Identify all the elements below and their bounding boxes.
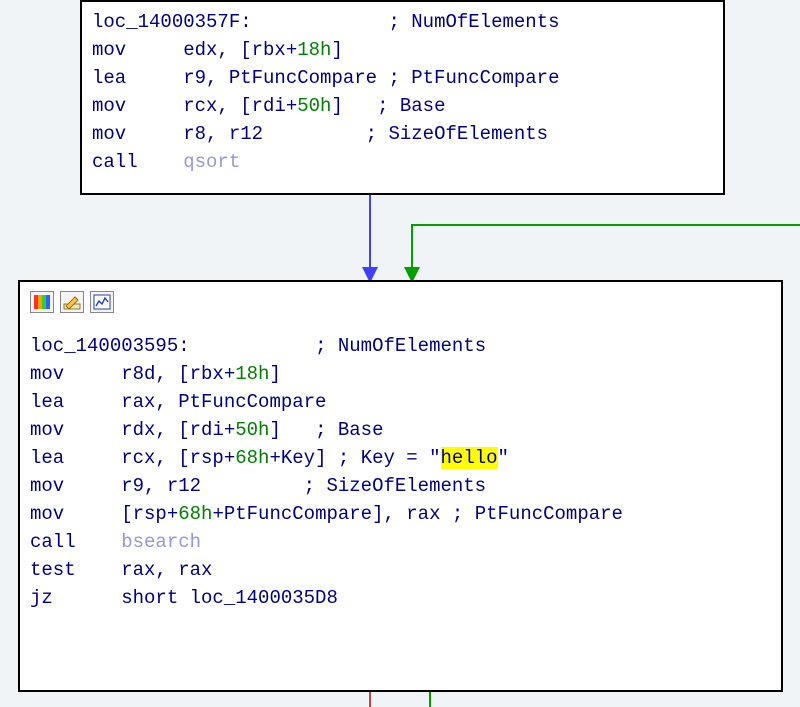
- operand: edx, [rbx+: [183, 39, 297, 61]
- numeric-literal: 50h: [235, 419, 269, 441]
- numeric-literal: 68h: [235, 447, 269, 469]
- disasm-line: test rax, rax: [30, 556, 771, 584]
- mnemonic: mov: [30, 475, 121, 497]
- operand: short loc_1400035D8: [121, 587, 338, 609]
- disasm-line: jz short loc_1400035D8: [30, 584, 771, 612]
- operand: rcx, [rdi+: [183, 95, 297, 117]
- operand: r9, r12: [121, 475, 303, 497]
- mnemonic: mov: [92, 95, 183, 117]
- disasm-line: mov r8, r12 ; SizeOfElements: [92, 120, 713, 148]
- operand: rax, PtFuncCompare: [121, 391, 326, 413]
- operand: rdx, [rdi+: [121, 419, 235, 441]
- mnemonic: call: [92, 151, 183, 173]
- mnemonic: mov: [30, 419, 121, 441]
- numeric-literal: 18h: [297, 39, 331, 61]
- mnemonic: mov: [30, 363, 121, 385]
- operand: rax, rax: [121, 559, 212, 581]
- call-target[interactable]: bsearch: [121, 531, 201, 553]
- label-comment: ; NumOfElements: [388, 11, 559, 33]
- operand: ]: [269, 363, 280, 385]
- operand: ]: [331, 39, 342, 61]
- mnemonic: lea: [92, 67, 183, 89]
- mnemonic: test: [30, 559, 121, 581]
- numeric-literal: 50h: [297, 95, 331, 117]
- block1-label-line: loc_14000357F: ; NumOfElements: [92, 8, 713, 36]
- operand: [rsp+: [121, 503, 178, 525]
- disasm-block-1[interactable]: loc_14000357F: ; NumOfElements mov edx, …: [80, 0, 725, 195]
- disasm-line: lea rax, PtFuncCompare: [30, 388, 771, 416]
- mnemonic: mov: [92, 39, 183, 61]
- mnemonic: lea: [30, 391, 121, 413]
- operand: +PtFuncCompare], rax: [212, 503, 451, 525]
- call-target[interactable]: qsort: [183, 151, 240, 173]
- comment: ; SizeOfElements: [366, 123, 548, 145]
- block2-label-line: loc_140003595: ; NumOfElements: [30, 332, 771, 360]
- mnemonic: call: [30, 531, 121, 553]
- disasm-line: mov edx, [rbx+18h]: [92, 36, 713, 64]
- disasm-line: mov rdx, [rdi+50h] ; Base: [30, 416, 771, 444]
- numeric-literal: 68h: [178, 503, 212, 525]
- comment: ; Base: [377, 95, 445, 117]
- disasm-line: mov [rsp+68h+PtFuncCompare], rax ; PtFun…: [30, 500, 771, 528]
- block-toolbar: [30, 288, 771, 316]
- operand: ]: [331, 95, 377, 117]
- operand: r8d, [rbx+: [121, 363, 235, 385]
- comment: ; Base: [315, 419, 383, 441]
- mnemonic: jz: [30, 587, 121, 609]
- disasm-line: mov rcx, [rdi+50h] ; Base: [92, 92, 713, 120]
- label-comment: ; NumOfElements: [315, 335, 486, 357]
- disasm-label: loc_14000357F:: [92, 11, 252, 33]
- comment: ; Key = ": [338, 447, 441, 469]
- comment: ; PtFuncCompare: [388, 67, 559, 89]
- operand: ]: [269, 419, 315, 441]
- toolbar-color-button[interactable]: [30, 291, 54, 313]
- disasm-line: lea rcx, [rsp+68h+Key] ; Key = "hello": [30, 444, 771, 472]
- mnemonic: mov: [92, 123, 183, 145]
- comment: ; PtFuncCompare: [452, 503, 623, 525]
- comment: ; SizeOfElements: [304, 475, 486, 497]
- numeric-literal: 18h: [235, 363, 269, 385]
- disasm-line: mov r9, r12 ; SizeOfElements: [30, 472, 771, 500]
- operand: r8, r12: [183, 123, 365, 145]
- toolbar-graph-button[interactable]: [90, 291, 114, 313]
- disasm-line: lea r9, PtFuncCompare ; PtFuncCompare: [92, 64, 713, 92]
- disasm-line: mov r8d, [rbx+18h]: [30, 360, 771, 388]
- operand: +Key]: [269, 447, 337, 469]
- disasm-line: call bsearch: [30, 528, 771, 556]
- comment: ": [498, 447, 509, 469]
- disasm-line: call qsort: [92, 148, 713, 176]
- highlighted-string: hello: [441, 447, 498, 469]
- toolbar-edit-button[interactable]: [60, 291, 84, 313]
- mnemonic: mov: [30, 503, 121, 525]
- disasm-label: loc_140003595:: [30, 335, 190, 357]
- mnemonic: lea: [30, 447, 121, 469]
- disasm-block-2[interactable]: loc_140003595: ; NumOfElements mov r8d, …: [18, 280, 783, 692]
- operand: r9, PtFuncCompare: [183, 67, 388, 89]
- operand: rcx, [rsp+: [121, 447, 235, 469]
